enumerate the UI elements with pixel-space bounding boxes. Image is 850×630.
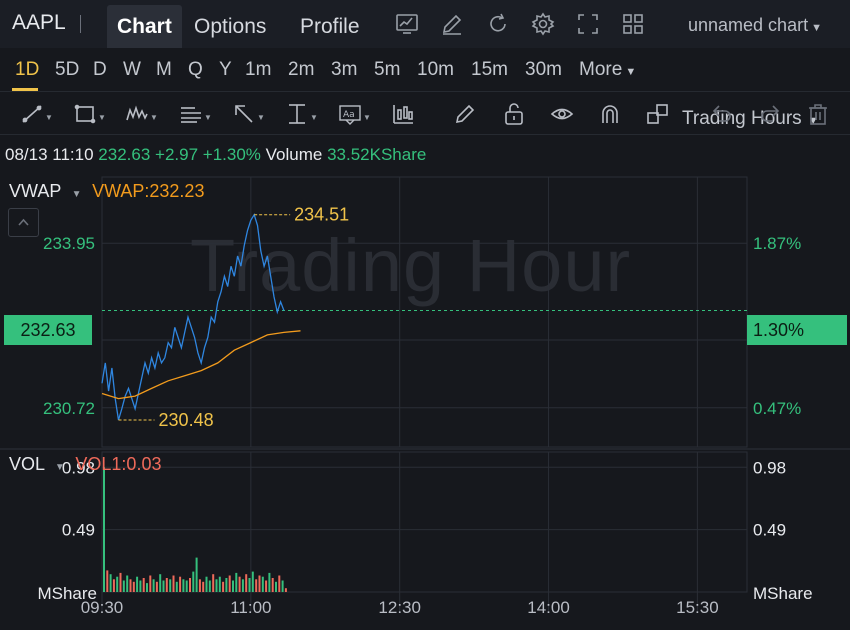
vol-panel-frame [101, 451, 748, 593]
volume-bar [165, 578, 168, 592]
volume-bar [106, 570, 109, 592]
x-tick-label: 15:30 [676, 598, 719, 617]
vol-value: VOL1:0.03 [75, 454, 162, 474]
volume-bar [212, 574, 215, 592]
collapse-button[interactable] [8, 208, 39, 237]
chevron-down-icon: ▼ [49, 462, 71, 473]
volume-bar [172, 575, 175, 592]
volume-bar [205, 576, 208, 592]
chevron-down-icon: ▼ [66, 189, 88, 200]
volume-bar [192, 571, 195, 592]
volume-bar [235, 572, 238, 592]
volume-bar [119, 572, 122, 592]
vwap-indicator-label[interactable]: VWAP ▼ VWAP:232.23 [9, 181, 204, 202]
vol-indicator-label[interactable]: VOL ▼ VOL1:0.03 [9, 454, 161, 475]
volume-bar [146, 583, 148, 592]
volume-bar [218, 576, 221, 592]
high-label: 234.51 [294, 205, 349, 225]
volume-bar [215, 579, 218, 592]
volume-bar [112, 579, 115, 592]
x-tick-label: 12:30 [378, 598, 421, 617]
volume-bar [245, 574, 248, 592]
volume-bar [251, 571, 254, 592]
volume-bar [149, 575, 152, 592]
volume-bar [228, 575, 231, 592]
vol-name: VOL [9, 454, 45, 474]
volume-bar [159, 574, 162, 592]
volume-bar [182, 579, 185, 592]
y-tick-left: 233.95 [43, 234, 95, 253]
volume-bar [132, 581, 135, 592]
volume-bar [169, 579, 172, 592]
x-tick-label: 14:00 [527, 598, 570, 617]
volume-bar [109, 574, 112, 592]
volume-bar [255, 579, 258, 592]
volume-bar [248, 578, 251, 592]
volume-bar [103, 467, 105, 592]
volume-bar [152, 579, 155, 592]
volume-bar [129, 579, 132, 592]
volume-bar [189, 578, 191, 592]
volume-bar [202, 581, 205, 592]
y-tick-right: 1.87% [753, 234, 801, 253]
volume-bar [222, 581, 225, 592]
volume-bar [265, 580, 268, 592]
y-tick-left: 230.72 [43, 399, 95, 418]
volume-bar [195, 557, 198, 592]
main-panel-frame [101, 176, 748, 448]
volume-bar [208, 580, 211, 592]
vwap-value: VWAP:232.23 [92, 181, 205, 201]
volume-bar [175, 581, 178, 592]
volume-bar [116, 576, 119, 592]
vol-tick-right: 0.98 [753, 458, 786, 477]
volume-bar [258, 575, 261, 592]
volume-bar [142, 578, 145, 592]
volume-bar [162, 580, 165, 592]
volume-bar [185, 580, 188, 592]
volume-bar [122, 580, 125, 592]
low-label: 230.48 [159, 410, 214, 430]
vol-tick-right: 0.49 [753, 521, 786, 540]
current-price-badge: 232.63 [4, 315, 92, 345]
price-chart[interactable]: 09:30 11:00 12:30 14:00 15:30233.95 1.87%230.… [0, 0, 850, 630]
vol-tick-left: 0.49 [62, 521, 95, 540]
vol-unit-left: MShare [37, 584, 97, 603]
volume-bar [271, 578, 274, 592]
volume-bar [281, 580, 284, 592]
volume-bar [139, 580, 142, 592]
y-tick-right: 0.47% [753, 399, 801, 418]
current-pct-badge: 1.30% [747, 315, 847, 345]
price-series-line [101, 213, 285, 421]
volume-bar [126, 575, 129, 592]
vol-unit-right: MShare [753, 584, 813, 603]
volume-bar [241, 579, 244, 592]
volume-bar [284, 588, 287, 592]
volume-bar [261, 576, 264, 592]
volume-bar [232, 580, 234, 592]
volume-bar [225, 578, 228, 592]
volume-bar [268, 572, 271, 592]
volume-bar [275, 581, 277, 592]
x-tick-label: 11:00 [230, 598, 271, 617]
chevron-up-icon [18, 218, 29, 226]
vwap-name: VWAP [9, 181, 62, 201]
volume-bar [136, 576, 139, 592]
volume-bar [278, 575, 281, 592]
volume-bar [155, 581, 158, 592]
volume-bar [238, 576, 241, 592]
volume-bar [179, 576, 182, 592]
volume-bar [198, 579, 201, 592]
